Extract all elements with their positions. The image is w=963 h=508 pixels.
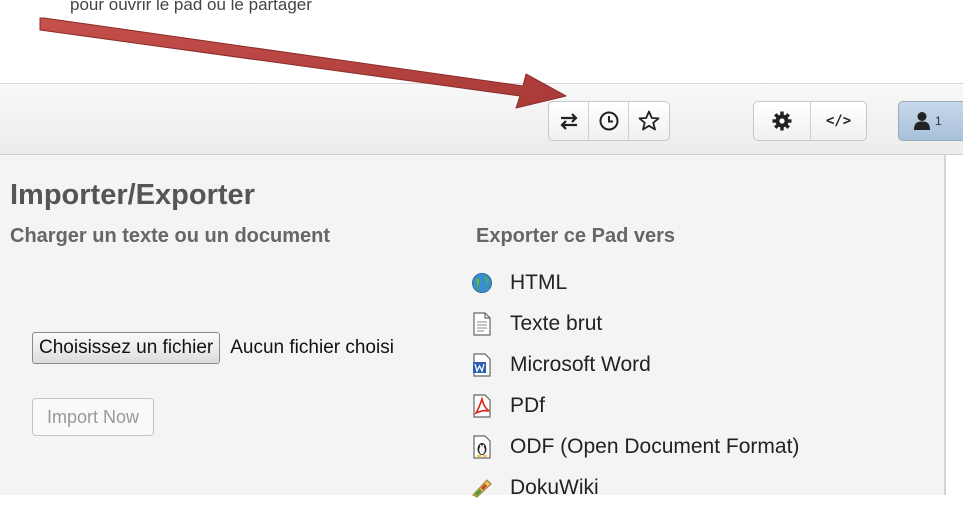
clock-icon [599, 111, 618, 131]
dokuwiki-icon [470, 476, 494, 500]
user-icon [914, 112, 930, 130]
toolbar-settings-group: </> [753, 101, 867, 141]
embed-code-icon: </> [825, 113, 852, 129]
import-export-panel: Importer/Exporter Charger un texte ou un… [0, 155, 946, 499]
export-odf-link[interactable]: ODF (Open Document Format) [470, 426, 799, 467]
swap-arrows-icon [559, 113, 578, 130]
embed-button[interactable]: </> [811, 102, 866, 140]
star-icon [638, 110, 660, 131]
export-html-link[interactable]: HTML [470, 262, 799, 303]
export-item-label: PDf [510, 393, 546, 417]
toolbar-right-group [548, 101, 670, 141]
export-item-label: Microsoft Word [510, 352, 651, 376]
editor-toolbar: </> 1 [0, 83, 963, 155]
panel-title: Importer/Exporter [10, 179, 255, 211]
export-item-label: DokuWiki [510, 475, 599, 499]
choose-file-button[interactable]: Choisissez un fichier [32, 332, 221, 364]
export-format-list: HTML Texte brut Microsoft Word PDf ODF (… [470, 262, 799, 508]
export-item-label: Texte brut [510, 311, 603, 335]
export-word-link[interactable]: Microsoft Word [470, 344, 799, 385]
gear-icon [772, 111, 792, 131]
word-icon [470, 352, 494, 377]
pdf-icon [470, 393, 494, 418]
odf-icon [470, 434, 494, 459]
file-chooser: Choisissez un fichier Aucun fichier choi… [32, 332, 394, 364]
export-item-label: ODF (Open Document Format) [510, 434, 800, 458]
right-edge-strip [946, 155, 963, 495]
export-dokuwiki-link[interactable]: DokuWiki [470, 467, 799, 508]
star-button[interactable] [629, 102, 669, 140]
export-item-label: HTML [510, 270, 568, 294]
import-export-button[interactable] [549, 102, 589, 140]
export-section-title: Exporter ce Pad vers [476, 225, 675, 247]
import-section-title: Charger un texte ou un document [10, 225, 331, 247]
file-status-text: Aucun fichier choisi [230, 337, 394, 358]
export-pdf-link[interactable]: PDf [470, 385, 799, 426]
import-now-button[interactable]: Import Now [32, 398, 155, 436]
history-button[interactable] [589, 102, 629, 140]
user-count: 1 [935, 114, 942, 128]
users-button[interactable]: 1 [898, 101, 963, 141]
settings-button[interactable] [754, 102, 811, 140]
export-text-link[interactable]: Texte brut [470, 303, 799, 344]
annotation-caption: pour ouvrir le pad ou le partager [70, 0, 312, 14]
text-file-icon [470, 311, 494, 336]
html-globe-icon [470, 271, 494, 295]
